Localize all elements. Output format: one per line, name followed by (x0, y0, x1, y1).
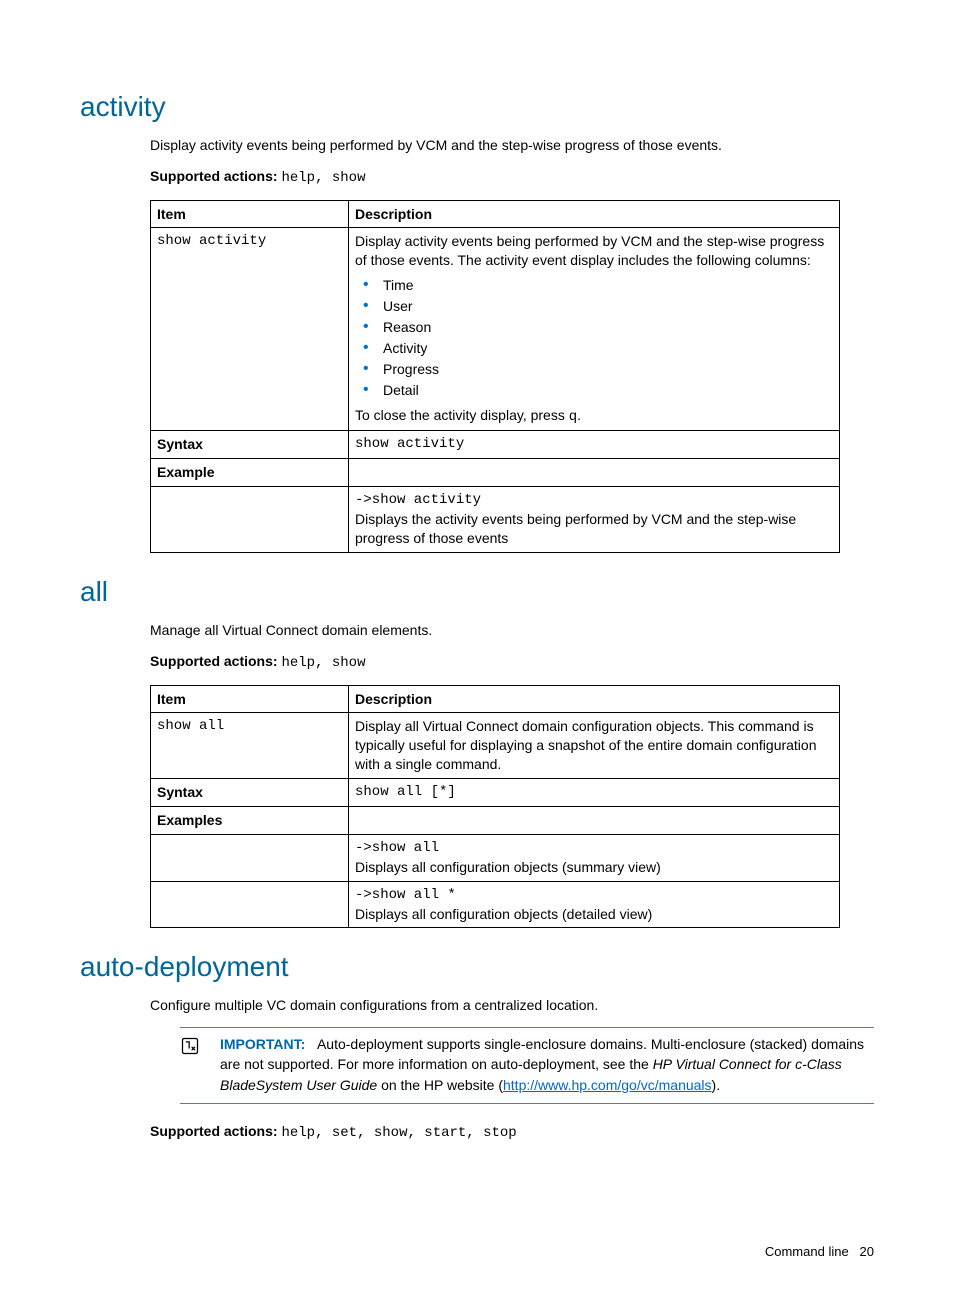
list-item: Progress (355, 360, 833, 379)
supported-actions-label: Supported actions (150, 653, 273, 669)
table-activity: Item Description show activity Display a… (150, 200, 840, 553)
list-item: Time (355, 276, 833, 295)
intro-auto: Configure multiple VC domain configurati… (150, 996, 874, 1015)
cell-example: ->show all * Displays all configuration … (349, 881, 840, 928)
example-desc: Displays the activity events being perfo… (355, 510, 833, 548)
cell-empty (349, 806, 840, 834)
th-item: Item (151, 200, 349, 228)
example-cmd: ->show activity (355, 491, 833, 510)
important-callout: IMPORTANT: Auto-deployment supports sing… (180, 1027, 874, 1104)
cell-syntax-val: show all [*] (349, 779, 840, 807)
cell-empty (349, 459, 840, 487)
example-desc: Displays all configuration objects (deta… (355, 905, 833, 924)
list-item: Activity (355, 339, 833, 358)
cell-syntax-label: Syntax (151, 779, 349, 807)
intro-all: Manage all Virtual Connect domain elemen… (150, 621, 874, 640)
important-label: IMPORTANT: (220, 1036, 305, 1052)
supported-actions-label: Supported actions (150, 168, 273, 184)
cell-desc: Display activity events being performed … (349, 228, 840, 431)
th-item: Item (151, 685, 349, 713)
cell-item: show activity (151, 228, 349, 431)
cell-desc: Display all Virtual Connect domain confi… (349, 713, 840, 779)
important-icon (180, 1036, 200, 1056)
footer-section: Command line (765, 1244, 849, 1259)
th-desc: Description (349, 200, 840, 228)
cell-empty (151, 834, 349, 881)
cell-examples-label: Examples (151, 806, 349, 834)
intro-activity: Display activity events being performed … (150, 136, 874, 155)
supported-actions-value: help, show (281, 170, 365, 186)
supported-actions-value: help, set, show, start, stop (281, 1125, 516, 1141)
cell-syntax-label: Syntax (151, 431, 349, 459)
example-cmd: ->show all (355, 839, 833, 858)
supported-actions-all: Supported actions: help, show (150, 652, 874, 673)
example-cmd: ->show all * (355, 886, 833, 905)
cell-item: show all (151, 713, 349, 779)
heading-auto-deployment: auto-deployment (80, 948, 874, 986)
supported-actions-auto: Supported actions: help, set, show, star… (150, 1122, 874, 1143)
example-desc: Displays all configuration objects (summ… (355, 858, 833, 877)
important-link[interactable]: http://www.hp.com/go/vc/manuals (503, 1077, 712, 1093)
list-item: Reason (355, 318, 833, 337)
footer-page: 20 (860, 1244, 874, 1259)
heading-all: all (80, 573, 874, 611)
table-all: Item Description show all Display all Vi… (150, 685, 840, 929)
page-footer: Command line 20 (80, 1243, 874, 1261)
cell-empty (151, 881, 349, 928)
important-text: IMPORTANT: Auto-deployment supports sing… (220, 1034, 874, 1095)
cell-syntax-val: show activity (349, 431, 840, 459)
supported-actions-value: help, show (281, 655, 365, 671)
supported-actions-activity: Supported actions: help, show (150, 167, 874, 188)
list-item: User (355, 297, 833, 316)
th-desc: Description (349, 685, 840, 713)
close-text: To close the activity display, press q. (355, 407, 581, 423)
desc-intro: Display activity events being performed … (355, 233, 824, 268)
cell-empty (151, 487, 349, 553)
heading-activity: activity (80, 88, 874, 126)
cell-example: ->show all Displays all configuration ob… (349, 834, 840, 881)
cell-example: ->show activity Displays the activity ev… (349, 487, 840, 553)
column-list: Time User Reason Activity Progress Detai… (355, 276, 833, 399)
supported-actions-label: Supported actions (150, 1123, 273, 1139)
list-item: Detail (355, 381, 833, 400)
cell-example-label: Example (151, 459, 349, 487)
